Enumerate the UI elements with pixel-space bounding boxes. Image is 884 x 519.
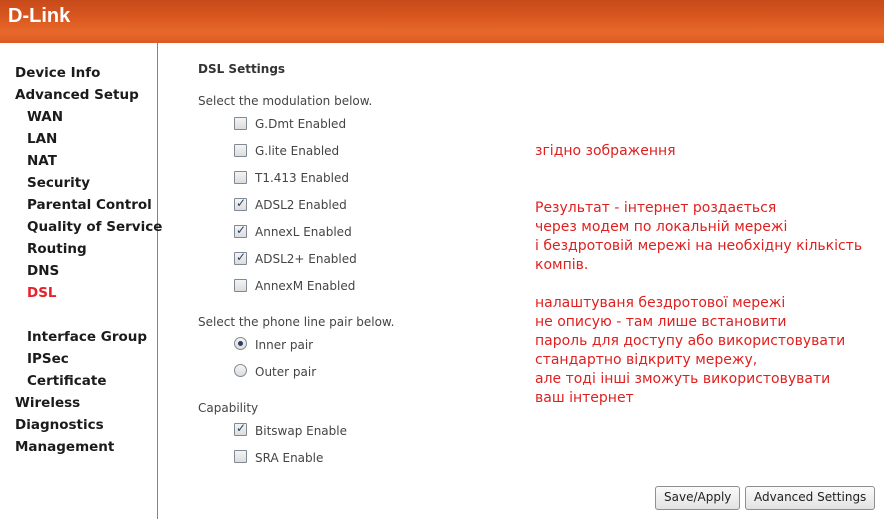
sidebar-blank-row: [0, 304, 77, 323]
annotation-result-4: компів.: [535, 257, 589, 273]
sidebar-item-management[interactable]: Management: [15, 439, 114, 455]
annotation-wifi-5: але тоді інші зможуть використовувати: [535, 371, 831, 387]
sidebar-item-lan[interactable]: LAN: [27, 131, 57, 147]
phone-line-label: Select the phone line pair below.: [198, 315, 395, 329]
annotation-line1: згідно зображення: [535, 143, 676, 159]
sidebar-item-certificate[interactable]: Certificate: [27, 373, 107, 389]
radio-outer-pair[interactable]: [234, 364, 247, 377]
checkbox-bitswap-label: Bitswap Enable: [255, 424, 347, 438]
radio-outer-pair-label: Outer pair: [255, 365, 317, 379]
sidebar-item-wan[interactable]: WAN: [27, 109, 63, 125]
checkbox-glite-label: G.lite Enabled: [255, 144, 340, 158]
annotation-wifi-6: ваш інтернет: [535, 390, 634, 406]
checkbox-annexm-label: AnnexM Enabled: [255, 279, 356, 293]
sidebar-item-device-info[interactable]: Device Info: [15, 65, 100, 81]
sidebar-item-parental-control[interactable]: Parental Control: [27, 197, 152, 213]
checkbox-bitswap[interactable]: [234, 421, 247, 436]
annotation-wifi-3: пароль для доступу або використовувати: [535, 333, 846, 349]
checkbox-annexm[interactable]: [234, 279, 247, 292]
checkbox-annexl[interactable]: [234, 223, 247, 238]
annotation-result-2: через модем по локальній мережі: [535, 219, 788, 235]
capability-label: Capability: [198, 401, 259, 415]
checkbox-sra[interactable]: [234, 450, 247, 463]
sidebar-item-wireless[interactable]: Wireless: [15, 395, 80, 411]
sidebar-item-security[interactable]: Security: [27, 175, 90, 191]
sidebar-item-interface-group[interactable]: Interface Group: [27, 329, 147, 345]
sidebar: Device Info Advanced Setup WAN LAN NAT S…: [0, 43, 162, 519]
checkbox-t1413-label: T1.413 Enabled: [255, 171, 349, 185]
checkbox-t1413[interactable]: [234, 171, 247, 184]
main-content: DSL Settings Select the modulation below…: [158, 43, 884, 519]
sidebar-item-advanced-setup[interactable]: Advanced Setup: [15, 87, 139, 103]
dlink-logo: D-Link: [8, 5, 71, 27]
header-bar: D-Link: [0, 0, 884, 43]
checkbox-annexl-label: AnnexL Enabled: [255, 225, 352, 239]
sidebar-item-nat[interactable]: NAT: [27, 153, 57, 169]
radio-inner-pair[interactable]: [234, 337, 247, 350]
sidebar-item-dsl[interactable]: DSL: [27, 285, 57, 301]
annotation-result-1: Результат - інтернет роздається: [535, 200, 777, 216]
save-apply-button[interactable]: Save/Apply: [655, 486, 741, 510]
sidebar-item-routing[interactable]: Routing: [27, 241, 87, 257]
checkbox-gdmt[interactable]: [234, 117, 247, 130]
checkbox-adsl2plus[interactable]: [234, 250, 247, 265]
checkbox-adsl2-label: ADSL2 Enabled: [255, 198, 347, 212]
annotation-wifi-2: не описую - там лише встановити: [535, 314, 787, 330]
radio-inner-pair-label: Inner pair: [255, 338, 314, 352]
checkbox-glite[interactable]: [234, 144, 247, 157]
sidebar-item-diagnostics[interactable]: Diagnostics: [15, 417, 104, 433]
annotation-wifi-4: стандартно відкриту мережу,: [535, 352, 758, 368]
checkbox-adsl2[interactable]: [234, 196, 247, 211]
checkbox-adsl2plus-label: ADSL2+ Enabled: [255, 252, 357, 266]
checkbox-sra-label: SRA Enable: [255, 451, 324, 465]
page-title: DSL Settings: [198, 62, 286, 76]
sidebar-item-ipsec[interactable]: IPSec: [27, 351, 69, 367]
sidebar-item-quality-of-service[interactable]: Quality of Service: [27, 219, 162, 235]
advanced-settings-button[interactable]: Advanced Settings: [745, 486, 876, 510]
checkbox-gdmt-label: G.Dmt Enabled: [255, 117, 347, 131]
sidebar-item-dns[interactable]: DNS: [27, 263, 59, 279]
modulation-label: Select the modulation below.: [198, 94, 373, 108]
annotation-wifi-1: налаштуваня бездротової мережі: [535, 295, 786, 311]
annotation-result-3: і бездротовій мережі на необхідну кількі…: [535, 238, 863, 254]
